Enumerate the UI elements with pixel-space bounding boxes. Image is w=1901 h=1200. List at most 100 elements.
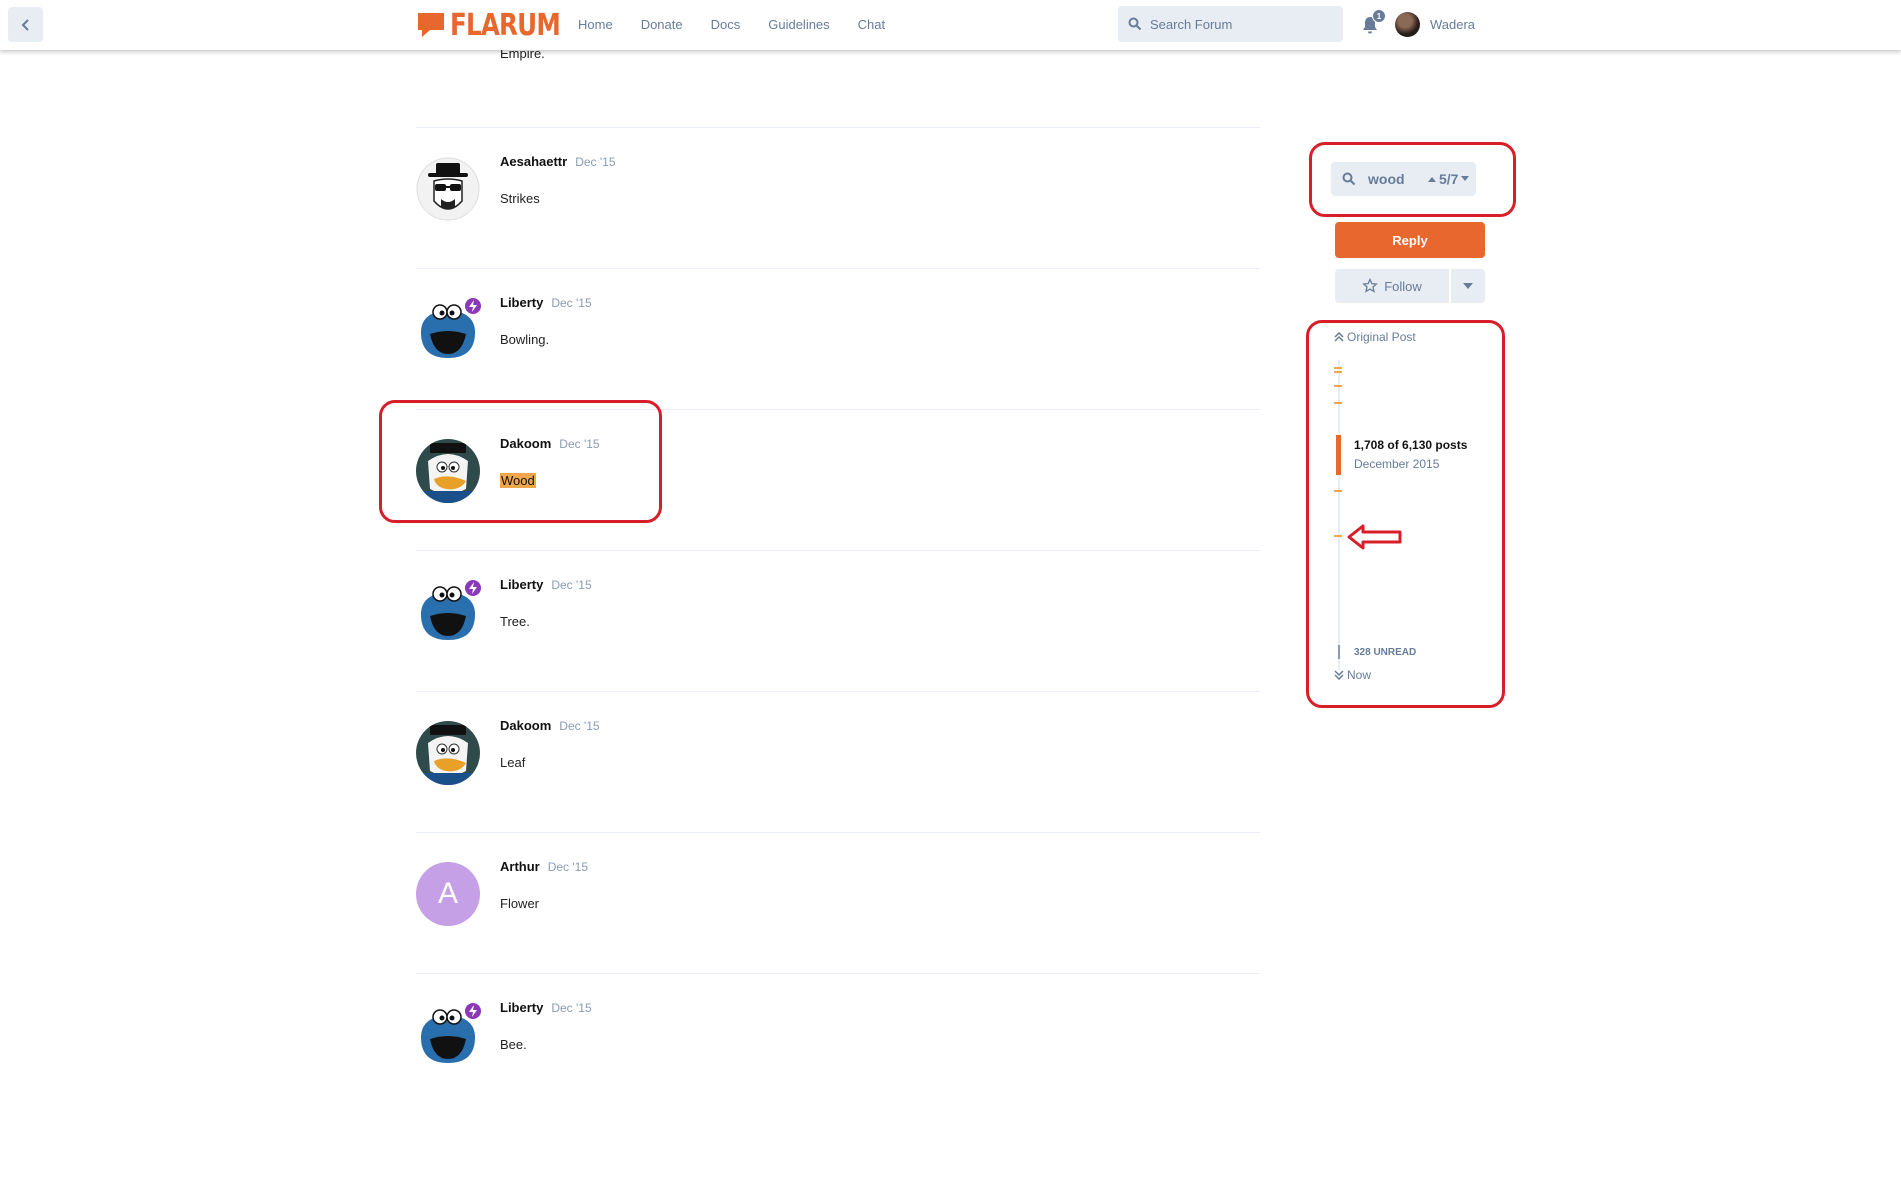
- in-discussion-search[interactable]: wood 5/7: [1331, 162, 1476, 196]
- post-date[interactable]: Dec '15: [551, 296, 591, 310]
- follow-label: Follow: [1384, 278, 1422, 294]
- post-search-match: Dakoom Dec '15 Wood: [416, 409, 1260, 550]
- post-divider: [416, 832, 1260, 833]
- caret-down-icon[interactable]: [1460, 175, 1470, 183]
- search-result-nav[interactable]: 5/7: [1427, 162, 1470, 196]
- search-highlight: Wood: [500, 473, 536, 488]
- unread-indicator: [1338, 645, 1340, 659]
- search-icon: [1128, 17, 1142, 31]
- back-button[interactable]: [8, 7, 43, 42]
- follow-dropdown-toggle[interactable]: [1451, 269, 1485, 303]
- post-body: Wood: [500, 473, 536, 488]
- scrubber-now-link[interactable]: Now: [1334, 668, 1371, 682]
- speech-bubble-logo-icon: [418, 13, 444, 37]
- heisenberg-avatar: [416, 157, 480, 221]
- search-result-marker: [1334, 402, 1342, 404]
- chevron-left-icon: [21, 18, 29, 31]
- logo-text: FLARUM: [450, 7, 561, 43]
- follow-control: Follow: [1335, 269, 1485, 303]
- post-author[interactable]: Aesahaettr Dec '15: [500, 154, 616, 169]
- post-author[interactable]: Dakoom Dec '15: [500, 718, 600, 733]
- unread-count: 328 UNREAD: [1354, 647, 1417, 658]
- author-name[interactable]: Liberty: [500, 295, 543, 310]
- forum-logo[interactable]: FLARUM: [416, 7, 584, 43]
- post-divider: [416, 691, 1260, 692]
- post-date[interactable]: Dec '15: [575, 155, 615, 169]
- caret-up-icon[interactable]: [1427, 175, 1437, 183]
- notifications-button[interactable]: 1: [1360, 9, 1386, 37]
- lightning-icon: [469, 582, 477, 594]
- author-name[interactable]: Liberty: [500, 1000, 543, 1015]
- post-divider: [416, 973, 1260, 974]
- author-name[interactable]: Arthur: [500, 859, 540, 874]
- reply-button[interactable]: Reply: [1335, 222, 1485, 258]
- nav-chat-link[interactable]: Chat: [858, 17, 885, 32]
- author-name[interactable]: Aesahaettr: [500, 154, 567, 169]
- caret-down-icon: [1463, 283, 1473, 289]
- post-divider: [416, 268, 1260, 269]
- post-date[interactable]: Dec '15: [559, 719, 599, 733]
- post-divider: [416, 127, 1260, 128]
- follow-button[interactable]: Follow: [1335, 269, 1449, 303]
- lightning-icon: [469, 300, 477, 312]
- post-date[interactable]: Dec '15: [551, 578, 591, 592]
- scrubber-date: December 2015: [1354, 457, 1440, 471]
- main-nav: Home Donate Docs Guidelines Chat: [578, 17, 885, 32]
- search-term: wood: [1368, 171, 1405, 187]
- search-input[interactable]: [1150, 16, 1330, 32]
- post-body: Bee.: [500, 1037, 527, 1052]
- avatar-wrap: [416, 296, 483, 362]
- moderator-badge: [463, 1001, 483, 1021]
- username: Wadera: [1430, 17, 1476, 32]
- original-post-label: Original Post: [1347, 330, 1416, 344]
- search-result-marker: [1334, 490, 1342, 492]
- user-menu[interactable]: Wadera: [1395, 12, 1475, 37]
- forum-search[interactable]: [1118, 6, 1343, 42]
- nav-guidelines-link[interactable]: Guidelines: [768, 17, 829, 32]
- search-icon: [1342, 172, 1356, 186]
- post-author[interactable]: Dakoom Dec '15: [500, 436, 600, 451]
- post-author[interactable]: Arthur Dec '15: [500, 859, 588, 874]
- nav-docs-link[interactable]: Docs: [711, 17, 741, 32]
- post-divider: [416, 409, 1260, 410]
- scrubber-track[interactable]: [1338, 360, 1340, 670]
- avatar-wrap: [416, 1001, 483, 1067]
- post: A Arthur Dec '15 Flower: [416, 832, 1260, 973]
- avatar-letter: A: [437, 877, 458, 910]
- scrooge-avatar: [416, 439, 480, 503]
- scrubber-handle[interactable]: [1336, 435, 1341, 475]
- post-scrubber[interactable]: Original Post 1,708 of 6,130 posts Decem…: [1334, 330, 1514, 690]
- scrubber-position: 1,708 of 6,130 posts: [1354, 438, 1468, 452]
- post-author[interactable]: Liberty Dec '15: [500, 295, 592, 310]
- post-body: Strikes: [500, 191, 540, 206]
- post: Liberty Dec '15 Tree.: [416, 550, 1260, 691]
- nav-home-link[interactable]: Home: [578, 17, 613, 32]
- search-position: 5/7: [1439, 171, 1459, 187]
- scrubber-info: 1,708 of 6,130 posts December 2015: [1354, 438, 1467, 471]
- post-body: Leaf: [500, 755, 526, 770]
- annotation-arrow-icon: [1347, 524, 1402, 550]
- post-body: Tree.: [500, 614, 530, 629]
- post-date[interactable]: Dec '15: [551, 1001, 591, 1015]
- lightning-icon: [469, 1005, 477, 1017]
- search-result-marker: [1334, 371, 1342, 373]
- post-date[interactable]: Dec '15: [548, 860, 588, 874]
- author-name[interactable]: Dakoom: [500, 436, 551, 451]
- post-author[interactable]: Liberty Dec '15: [500, 577, 592, 592]
- nav-donate-link[interactable]: Donate: [641, 17, 683, 32]
- double-chevron-down-icon: [1334, 670, 1344, 680]
- post: Liberty Dec '15 Bee.: [416, 973, 1260, 1114]
- post-author[interactable]: Liberty Dec '15: [500, 1000, 592, 1015]
- post-body: Flower: [500, 896, 540, 911]
- post-date[interactable]: Dec '15: [559, 437, 599, 451]
- now-label: Now: [1347, 668, 1372, 682]
- double-chevron-up-icon: [1334, 332, 1344, 342]
- post: Dakoom Dec '15 Leaf: [416, 691, 1260, 832]
- post: Aesahaettr Dec '15 Strikes: [416, 127, 1260, 268]
- author-name[interactable]: Liberty: [500, 577, 543, 592]
- app-header: FLARUM Home Donate Docs Guidelines Chat …: [0, 0, 1901, 50]
- moderator-badge: [463, 296, 483, 316]
- scrubber-original-post-link[interactable]: Original Post: [1334, 330, 1416, 344]
- author-name[interactable]: Dakoom: [500, 718, 551, 733]
- post-body: Bowling.: [500, 332, 550, 347]
